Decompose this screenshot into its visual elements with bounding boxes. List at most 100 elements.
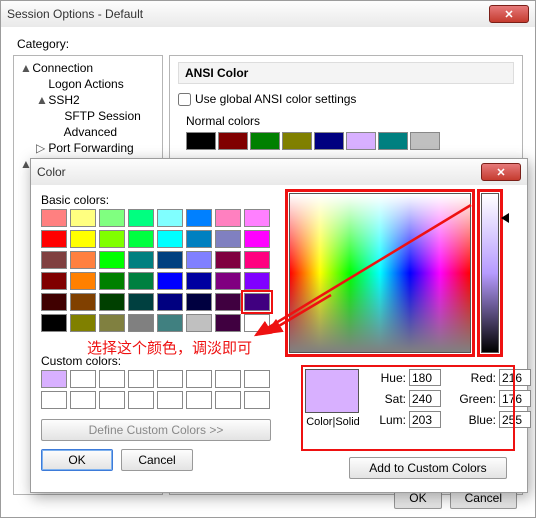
basic-color-cell[interactable] [157, 272, 183, 290]
basic-color-cell[interactable] [244, 293, 270, 311]
basic-color-cell[interactable] [99, 272, 125, 290]
basic-color-cell[interactable] [41, 251, 67, 269]
basic-color-cell[interactable] [215, 230, 241, 248]
basic-color-cell[interactable] [99, 230, 125, 248]
basic-color-cell[interactable] [215, 314, 241, 332]
session-titlebar: Session Options - Default ✕ [1, 1, 535, 27]
basic-color-cell[interactable] [215, 293, 241, 311]
use-global-checkbox[interactable]: Use global ANSI color settings [178, 92, 514, 106]
ok-button[interactable]: OK [41, 449, 113, 471]
basic-color-cell[interactable] [244, 209, 270, 227]
ansi-swatch[interactable] [314, 132, 344, 150]
green-input[interactable] [499, 390, 531, 407]
custom-color-cell[interactable] [244, 370, 270, 388]
luminance-pointer-icon [501, 213, 509, 223]
custom-color-cell[interactable] [128, 391, 154, 409]
tree-item[interactable]: ▲ SSH2 [14, 92, 162, 108]
basic-color-cell[interactable] [41, 272, 67, 290]
ansi-swatch[interactable] [410, 132, 440, 150]
basic-color-cell[interactable] [128, 314, 154, 332]
ansi-swatch[interactable] [250, 132, 280, 150]
basic-color-cell[interactable] [70, 251, 96, 269]
ansi-swatch[interactable] [218, 132, 248, 150]
color-preview [305, 369, 359, 413]
basic-color-cell[interactable] [186, 272, 212, 290]
basic-color-cell[interactable] [157, 230, 183, 248]
basic-color-cell[interactable] [99, 209, 125, 227]
custom-color-cell[interactable] [41, 370, 67, 388]
custom-color-cell[interactable] [186, 370, 212, 388]
tree-item[interactable]: ▷ Port Forwarding [14, 140, 162, 156]
basic-color-cell[interactable] [215, 251, 241, 269]
close-icon[interactable]: ✕ [489, 5, 529, 23]
basic-color-cell[interactable] [70, 314, 96, 332]
basic-color-cell[interactable] [215, 272, 241, 290]
hue-input[interactable] [409, 369, 441, 386]
custom-color-cell[interactable] [128, 370, 154, 388]
basic-color-cell[interactable] [244, 272, 270, 290]
tree-item[interactable]: Logon Actions [14, 76, 162, 92]
basic-color-cell[interactable] [128, 293, 154, 311]
tree-item[interactable]: ▲ Connection [14, 60, 162, 76]
use-global-input[interactable] [178, 93, 191, 106]
define-custom-button[interactable]: Define Custom Colors >> [41, 419, 271, 441]
custom-color-cell[interactable] [186, 391, 212, 409]
basic-color-cell[interactable] [244, 251, 270, 269]
custom-color-cell[interactable] [99, 391, 125, 409]
blue-input[interactable] [499, 411, 531, 428]
luminance-slider[interactable] [481, 193, 499, 353]
basic-color-cell[interactable] [157, 314, 183, 332]
basic-color-cell[interactable] [70, 230, 96, 248]
category-label: Category: [17, 37, 523, 51]
custom-color-cell[interactable] [99, 370, 125, 388]
basic-color-cell[interactable] [244, 314, 270, 332]
basic-color-cell[interactable] [99, 314, 125, 332]
lum-input[interactable] [409, 411, 441, 428]
basic-color-cell[interactable] [99, 251, 125, 269]
basic-color-cell[interactable] [70, 272, 96, 290]
ansi-swatch-row [186, 132, 514, 150]
basic-color-cell[interactable] [186, 230, 212, 248]
basic-color-cell[interactable] [128, 272, 154, 290]
close-icon[interactable]: ✕ [481, 163, 521, 181]
custom-color-cell[interactable] [157, 370, 183, 388]
basic-color-cell[interactable] [41, 314, 67, 332]
custom-color-cell[interactable] [70, 370, 96, 388]
ansi-swatch[interactable] [186, 132, 216, 150]
tree-item[interactable]: SFTP Session [14, 108, 162, 124]
sat-input[interactable] [409, 390, 441, 407]
basic-color-cell[interactable] [41, 209, 67, 227]
basic-color-cell[interactable] [157, 209, 183, 227]
cancel-button[interactable]: Cancel [121, 449, 193, 471]
basic-color-cell[interactable] [186, 293, 212, 311]
basic-color-cell[interactable] [186, 251, 212, 269]
basic-color-cell[interactable] [99, 293, 125, 311]
tree-item[interactable]: Advanced [14, 124, 162, 140]
basic-color-cell[interactable] [41, 230, 67, 248]
basic-color-cell[interactable] [157, 293, 183, 311]
basic-color-cell[interactable] [244, 230, 270, 248]
basic-color-cell[interactable] [215, 209, 241, 227]
custom-color-cell[interactable] [70, 391, 96, 409]
color-title: Color [37, 165, 66, 179]
ansi-swatch[interactable] [346, 132, 376, 150]
custom-color-cell[interactable] [157, 391, 183, 409]
basic-color-cell[interactable] [70, 209, 96, 227]
custom-color-cell[interactable] [244, 391, 270, 409]
basic-color-cell[interactable] [186, 314, 212, 332]
basic-color-cell[interactable] [128, 209, 154, 227]
basic-color-cell[interactable] [157, 251, 183, 269]
red-input[interactable] [499, 369, 531, 386]
basic-color-cell[interactable] [128, 251, 154, 269]
ansi-swatch[interactable] [282, 132, 312, 150]
custom-color-cell[interactable] [41, 391, 67, 409]
custom-color-cell[interactable] [215, 391, 241, 409]
add-custom-button[interactable]: Add to Custom Colors [349, 457, 507, 479]
custom-color-cell[interactable] [215, 370, 241, 388]
color-spectrum[interactable] [289, 193, 471, 353]
ansi-swatch[interactable] [378, 132, 408, 150]
basic-color-cell[interactable] [128, 230, 154, 248]
basic-color-cell[interactable] [70, 293, 96, 311]
basic-color-cell[interactable] [186, 209, 212, 227]
basic-color-cell[interactable] [41, 293, 67, 311]
